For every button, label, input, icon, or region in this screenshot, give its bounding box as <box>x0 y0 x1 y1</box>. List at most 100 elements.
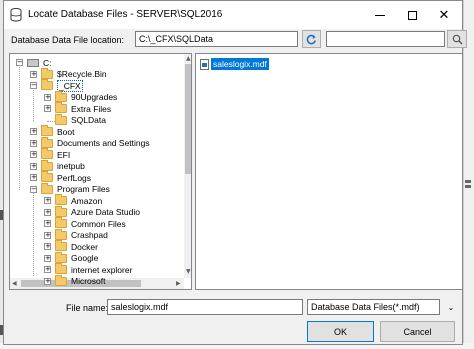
expand-icon[interactable]: + <box>44 208 51 216</box>
cancel-button[interactable]: Cancel <box>380 321 455 342</box>
tree-item-label: inetpub <box>57 161 85 171</box>
tree-item-label: Program Files <box>57 184 110 194</box>
expand-icon[interactable]: + <box>44 105 51 112</box>
tree-item-label: internet explorer <box>71 264 133 275</box>
expand-icon[interactable]: + <box>44 220 51 227</box>
tree-item[interactable]: Extra Files <box>55 102 111 114</box>
database-icon <box>10 8 22 22</box>
expand-icon[interactable]: + <box>44 277 51 285</box>
folder-icon <box>55 263 67 274</box>
folder-icon <box>55 113 67 125</box>
tree-item-label: Google <box>71 253 99 263</box>
file-list[interactable]: saleslogix.mdf <box>195 53 463 290</box>
tree-item[interactable]: Azure Data Studio <box>55 205 140 218</box>
location-label: Database Data File location: <box>11 35 125 45</box>
folder-icon <box>41 182 53 194</box>
scroll-up-icon[interactable]: ▲ <box>186 55 191 62</box>
folder-icon <box>41 159 53 171</box>
title-bar[interactable]: Locate Database Files - SERVER\SQL2016 ✕ <box>4 1 462 29</box>
tree-item-label: Docker <box>71 241 98 252</box>
tree-item[interactable]: C: <box>27 57 52 68</box>
tree-item-label: Crashpad <box>71 230 108 240</box>
tree-vertical-scroll-thumb[interactable] <box>185 64 191 174</box>
file-type-select[interactable]: Database Data Files(*.mdf) <box>307 299 440 315</box>
maximize-button[interactable] <box>396 1 428 29</box>
tree-connector <box>33 191 34 276</box>
tree-item-label: $Recycle.Bin <box>57 69 107 79</box>
expand-icon[interactable]: + <box>30 174 37 181</box>
tree-item[interactable]: Program Files <box>41 182 110 195</box>
file-item-label: saleslogix.mdf <box>211 58 269 70</box>
expand-icon[interactable]: + <box>44 197 51 204</box>
expand-icon[interactable]: + <box>30 139 37 147</box>
tree-item[interactable]: EFI <box>41 148 70 160</box>
refresh-button[interactable] <box>302 30 321 48</box>
tree-item[interactable]: SQLData <box>55 113 106 126</box>
search-input[interactable] <box>326 31 445 47</box>
tree-item[interactable]: 90Upgrades <box>55 90 117 103</box>
folder-icon <box>41 171 53 182</box>
folder-icon <box>41 148 53 159</box>
tree-item[interactable]: Common Files <box>55 217 126 229</box>
tree-item[interactable]: inetpub <box>41 159 85 172</box>
location-input[interactable]: C:\_CFX\SQLData <box>135 31 298 47</box>
background-marker <box>465 185 471 188</box>
maximize-icon <box>407 10 417 20</box>
folder-icon <box>55 251 67 263</box>
tree-item[interactable]: Documents and Settings <box>41 136 150 149</box>
expand-icon[interactable]: + <box>44 254 51 262</box>
close-icon: ✕ <box>438 7 450 22</box>
tree-item[interactable]: Docker <box>55 240 98 252</box>
locate-database-files-dialog: Locate Database Files - SERVER\SQL2016 ✕… <box>3 0 467 345</box>
tree-item-label: SQLData <box>71 115 106 125</box>
folder-icon <box>41 136 53 148</box>
chevron-down-icon[interactable]: ⌄ <box>444 299 458 315</box>
folder-icon <box>55 240 67 251</box>
tree-item[interactable]: Google <box>55 251 99 264</box>
expand-icon[interactable]: + <box>30 128 37 135</box>
ok-button[interactable]: OK <box>307 321 374 342</box>
expand-icon[interactable]: + <box>30 151 37 158</box>
folder-icon <box>41 79 53 90</box>
tree-item[interactable]: _CFX <box>41 79 83 92</box>
tree-item-label: Boot <box>57 126 75 137</box>
refresh-icon <box>306 34 317 44</box>
close-button[interactable]: ✕ <box>428 1 460 29</box>
minimize-button[interactable] <box>364 1 396 29</box>
tree-item[interactable]: PerfLogs <box>41 171 92 183</box>
tree-item[interactable]: Boot <box>41 125 75 137</box>
tree-item[interactable]: Crashpad <box>55 228 108 241</box>
search-button[interactable] <box>447 30 467 48</box>
tree-item[interactable]: internet explorer <box>55 263 133 275</box>
tree-item-label: PerfLogs <box>57 172 92 183</box>
expand-icon[interactable]: + <box>44 231 51 239</box>
background-marker <box>465 180 471 183</box>
tree-item[interactable]: Amazon <box>55 194 103 206</box>
folder-icon <box>55 194 67 205</box>
tree-item-label: Amazon <box>71 195 103 206</box>
folder-icon <box>55 205 67 217</box>
minimize-icon <box>375 14 385 16</box>
file-name-input[interactable]: saleslogix.mdf <box>107 299 303 315</box>
tree-connector <box>33 88 34 121</box>
file-item[interactable]: saleslogix.mdf <box>200 58 269 70</box>
tree-item-label: C: <box>43 57 52 68</box>
folder-icon <box>55 228 67 240</box>
scroll-left-icon[interactable]: ◀ <box>12 280 17 287</box>
background-window-right <box>463 0 474 349</box>
expand-icon[interactable]: + <box>30 162 37 170</box>
tree-item[interactable]: Microsoft <box>55 274 105 287</box>
expand-icon[interactable]: + <box>44 93 51 101</box>
file-icon <box>200 58 209 70</box>
folder-icon <box>41 67 53 79</box>
folder-tree[interactable]: ▲ ▼ ◀ ▶ − C: + $Recycle.Bin − _CFX +90Upgrades… <box>9 53 192 290</box>
tree-item[interactable]: $Recycle.Bin <box>41 67 107 80</box>
window-title: Locate Database Files - SERVER\SQL2016 <box>28 9 223 20</box>
scroll-right-icon[interactable]: ▶ <box>176 280 181 287</box>
tree-item-label: Common Files <box>71 218 126 229</box>
expand-icon[interactable]: + <box>44 243 51 250</box>
tree-connector <box>19 65 20 190</box>
expand-icon[interactable]: + <box>44 266 51 273</box>
scroll-down-icon[interactable]: ▼ <box>186 268 191 275</box>
expand-icon[interactable]: + <box>30 70 37 78</box>
